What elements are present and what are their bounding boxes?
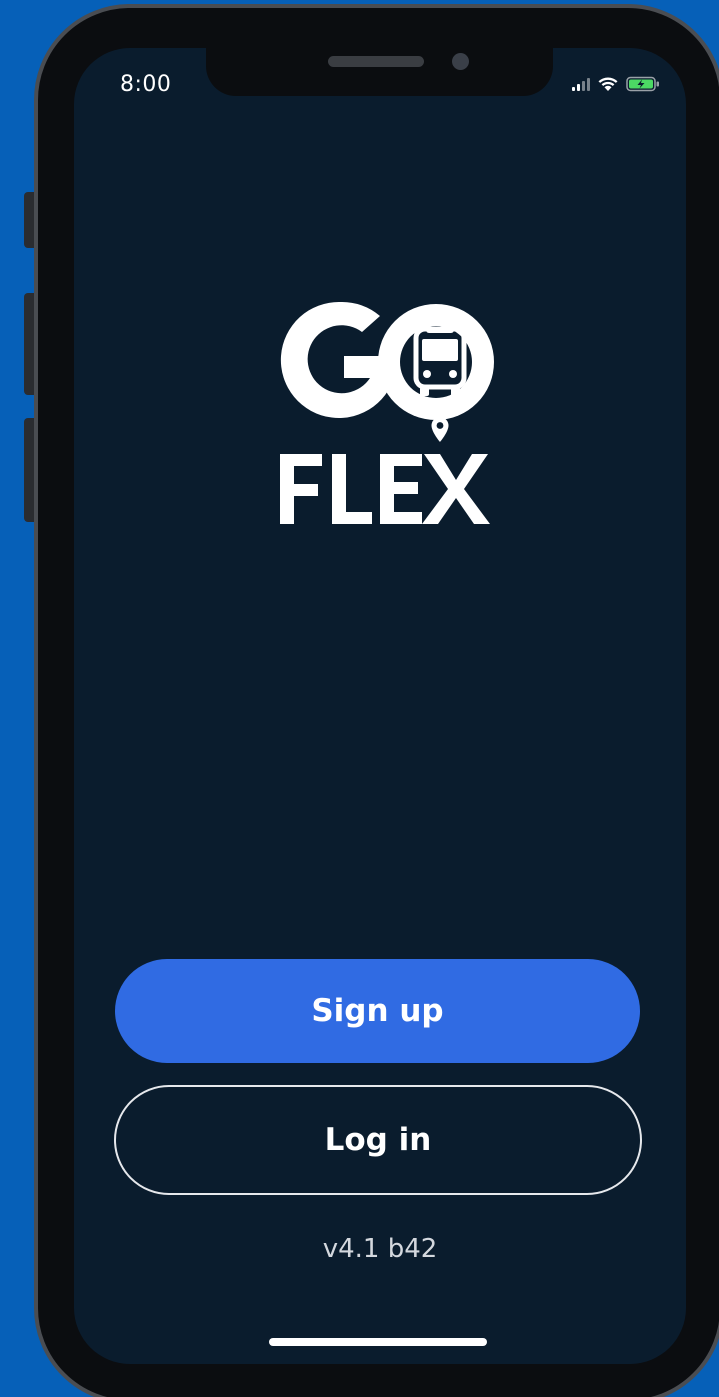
notch — [206, 48, 553, 96]
signal-icon — [572, 77, 590, 91]
logo-flex-mark — [280, 454, 490, 524]
device-mockup: 8:00 Sign up Log in v4.1 b42 — [0, 0, 719, 1397]
app-version: v4.1 b42 — [322, 1234, 438, 1264]
goflex-logo — [270, 298, 494, 528]
home-indicator[interactable] — [269, 1338, 487, 1346]
front-camera — [452, 53, 469, 70]
sign-up-button[interactable]: Sign up — [115, 959, 640, 1063]
app-screen: 8:00 Sign up Log in v4.1 b42 — [74, 48, 686, 1364]
status-icons — [572, 76, 660, 92]
battery-charging-icon — [626, 76, 660, 92]
bus-icon — [413, 326, 467, 396]
wifi-icon — [597, 76, 619, 92]
log-in-button[interactable]: Log in — [114, 1085, 642, 1195]
status-time: 8:00 — [120, 72, 172, 97]
speaker-grille — [328, 56, 424, 67]
